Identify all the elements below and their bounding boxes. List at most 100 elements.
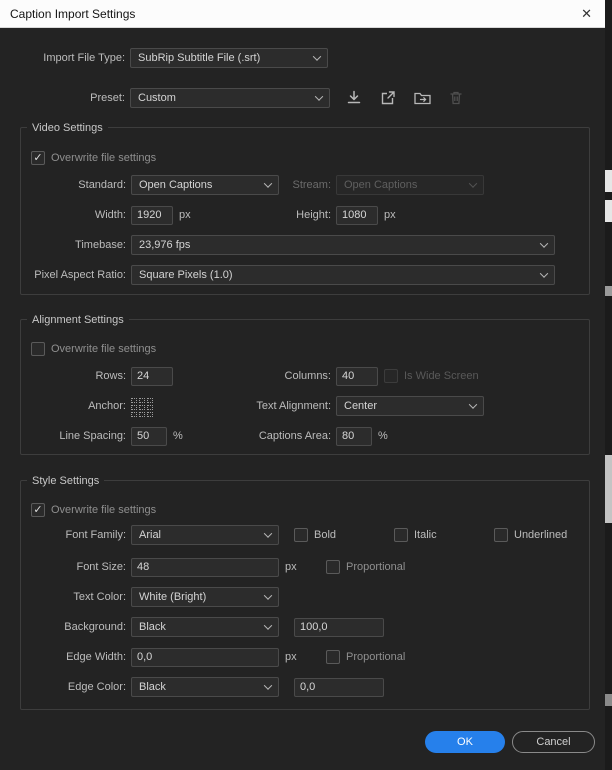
chevron-down-icon <box>539 239 549 248</box>
text-color-select[interactable]: White (Bright) <box>131 587 279 607</box>
alignment-overwrite-checkbox[interactable]: ✓ <box>31 342 45 356</box>
video-overwrite-checkbox[interactable]: ✓ <box>31 151 45 165</box>
chevron-down-icon <box>314 92 324 101</box>
text-alignment-select[interactable]: Center <box>336 396 484 416</box>
anchor-cell[interactable] <box>147 397 153 403</box>
style-settings-title: Style Settings <box>27 473 105 489</box>
bold-label: Bold <box>314 529 337 541</box>
line-spacing-label: Line Spacing: <box>59 430 126 442</box>
chevron-down-icon <box>263 529 273 538</box>
anchor-cell[interactable] <box>131 404 137 410</box>
font-family-select[interactable]: Arial <box>131 525 279 545</box>
text-color-value: White (Bright) <box>139 591 207 603</box>
timebase-value: 23,976 fps <box>139 239 191 251</box>
background-opacity-input[interactable] <box>294 617 384 637</box>
proportional-edge-checkbox[interactable]: ✓ <box>326 650 340 664</box>
underlined-checkbox[interactable]: ✓ <box>494 528 508 542</box>
underlined-label: Underlined <box>514 529 568 541</box>
alignment-overwrite-label: Overwrite file settings <box>51 343 157 355</box>
dialog-title: Caption Import Settings <box>10 6 136 21</box>
import-file-type-select[interactable]: SubRip Subtitle File (.srt) <box>130 48 328 68</box>
background-artifact <box>605 694 612 706</box>
import-file-type-label: Import File Type: <box>43 52 125 64</box>
delete-preset-icon <box>445 88 467 108</box>
background-artifact <box>605 286 612 296</box>
import-preset-icon[interactable] <box>411 88 433 108</box>
video-settings-title: Video Settings <box>27 120 108 136</box>
width-input[interactable] <box>131 205 173 225</box>
timebase-select[interactable]: 23,976 fps <box>131 235 555 255</box>
edge-color-select[interactable]: Black <box>131 677 279 697</box>
anchor-cell[interactable] <box>147 404 153 410</box>
ok-button[interactable]: OK <box>425 731 505 753</box>
import-file-type-row: Import File Type: SubRip Subtitle File (… <box>0 48 605 68</box>
anchor-cell[interactable] <box>131 411 137 417</box>
edge-opacity-input[interactable] <box>294 677 384 697</box>
width-label: Width: <box>94 209 126 221</box>
italic-checkbox[interactable]: ✓ <box>394 528 408 542</box>
height-label: Height: <box>296 209 331 221</box>
chevron-down-icon <box>263 681 273 690</box>
save-preset-icon[interactable] <box>343 88 365 108</box>
import-file-type-value: SubRip Subtitle File (.srt) <box>138 52 261 64</box>
background-strip <box>605 0 612 770</box>
caption-import-settings-dialog: Caption Import Settings ✕ Import File Ty… <box>0 0 605 770</box>
pixel-aspect-ratio-label: Pixel Aspect Ratio: <box>34 269 126 281</box>
text-alignment-value: Center <box>344 400 378 412</box>
background-artifact <box>605 170 612 192</box>
height-unit: px <box>384 209 396 221</box>
font-size-label: Font Size: <box>76 561 126 573</box>
stream-select: Open Captions <box>336 175 484 195</box>
close-icon[interactable]: ✕ <box>578 6 595 22</box>
background-color-value: Black <box>139 621 166 633</box>
rows-input[interactable] <box>131 366 173 386</box>
height-input[interactable] <box>336 205 378 225</box>
anchor-cell[interactable] <box>139 404 145 410</box>
anchor-label: Anchor: <box>88 400 126 412</box>
text-color-label: Text Color: <box>73 591 126 603</box>
anchor-cell[interactable] <box>139 397 145 403</box>
columns-input[interactable] <box>336 366 378 386</box>
alignment-settings-title: Alignment Settings <box>27 312 129 328</box>
preset-select[interactable]: Custom <box>130 88 330 108</box>
anchor-cell[interactable] <box>147 411 153 417</box>
proportional-edge-label: Proportional <box>346 651 406 663</box>
background-color-select[interactable]: Black <box>131 617 279 637</box>
line-spacing-input[interactable] <box>131 426 167 446</box>
line-spacing-unit: % <box>173 430 183 442</box>
captions-area-label: Captions Area: <box>258 430 331 442</box>
chevron-down-icon <box>539 269 549 278</box>
timebase-label: Timebase: <box>75 239 126 251</box>
style-overwrite-checkbox[interactable]: ✓ <box>31 503 45 517</box>
stream-value: Open Captions <box>344 179 418 191</box>
style-settings-group: Style Settings ✓ Overwrite file settings… <box>20 473 590 710</box>
proportional-size-label: Proportional <box>346 561 406 573</box>
background-artifact <box>605 455 612 523</box>
standard-label: Standard: <box>78 179 126 191</box>
export-preset-icon[interactable] <box>377 88 399 108</box>
cancel-button[interactable]: Cancel <box>512 731 595 753</box>
is-wide-screen-label: Is Wide Screen <box>404 370 479 382</box>
edge-width-label: Edge Width: <box>66 651 126 663</box>
is-wide-screen-checkbox: ✓ <box>384 369 398 383</box>
rows-label: Rows: <box>95 370 126 382</box>
font-size-input[interactable] <box>131 557 279 577</box>
preset-row: Preset: Custom <box>0 88 605 108</box>
font-family-value: Arial <box>139 529 162 541</box>
pixel-aspect-ratio-select[interactable]: Square Pixels (1.0) <box>131 265 555 285</box>
anchor-cell[interactable] <box>139 411 145 417</box>
chevron-down-icon <box>468 400 478 409</box>
proportional-size-checkbox[interactable]: ✓ <box>326 560 340 574</box>
anchor-cell[interactable] <box>131 397 137 403</box>
edge-width-input[interactable] <box>131 647 279 667</box>
edge-color-label: Edge Color: <box>67 681 126 693</box>
columns-label: Columns: <box>284 370 331 382</box>
edge-width-unit: px <box>285 651 297 663</box>
bold-checkbox[interactable]: ✓ <box>294 528 308 542</box>
chevron-down-icon <box>468 179 478 188</box>
anchor-grid-control[interactable] <box>131 397 153 417</box>
video-overwrite-label: Overwrite file settings <box>51 152 157 164</box>
stream-label: Stream: <box>292 179 331 191</box>
check-icon: ✓ <box>33 503 43 516</box>
captions-area-input[interactable] <box>336 426 372 446</box>
